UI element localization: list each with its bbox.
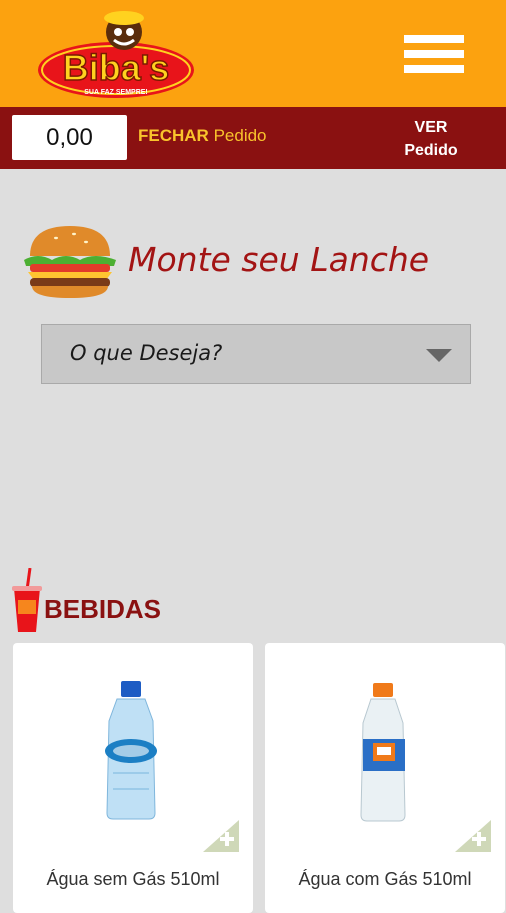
sparkling-water-bottle-icon xyxy=(360,683,406,822)
close-order-button[interactable]: FECHAR Pedido xyxy=(138,126,267,146)
sandwich-type-select[interactable]: O que Deseja? xyxy=(41,324,471,384)
logo-tagline: SUA FAZ SEMPRE! xyxy=(84,89,148,96)
close-order-label-bold: FECHAR xyxy=(138,126,209,145)
sandwich-type-select-value: O que Deseja? xyxy=(70,341,223,365)
view-order-label-line1: VER xyxy=(414,119,448,136)
view-order-label-line2: Pedido xyxy=(404,142,458,159)
chevron-down-icon xyxy=(426,349,452,362)
add-to-order-icon[interactable] xyxy=(455,820,491,852)
close-order-label: Pedido xyxy=(213,126,267,145)
drinks-section-title: BEBIDAS xyxy=(44,594,162,624)
add-to-order-icon[interactable] xyxy=(203,820,239,852)
product-name: Água sem Gás 510ml xyxy=(46,869,220,889)
order-total-display: 0,00 xyxy=(12,115,127,160)
hamburger-icon-bar xyxy=(404,65,464,73)
product-card[interactable]: Água com Gás 510ml xyxy=(265,643,505,913)
hamburger-icon-bar xyxy=(404,35,464,43)
view-order-button[interactable]: VER Pedido xyxy=(392,116,470,162)
water-bottle-icon xyxy=(105,681,157,820)
build-sandwich-title: Monte seu Lanche xyxy=(128,240,430,279)
bibas-logo[interactable]: Biba's SUA FAZ SEMPRE! xyxy=(36,8,196,100)
burger-icon xyxy=(24,226,116,298)
logo-wordmark: Biba's xyxy=(63,47,170,88)
hamburger-menu-button[interactable] xyxy=(404,35,464,77)
soda-cup-icon xyxy=(12,568,42,632)
product-name: Água com Gás 510ml xyxy=(298,869,472,889)
hamburger-icon-bar xyxy=(404,50,464,58)
product-card[interactable]: Água sem Gás 510ml xyxy=(13,643,253,913)
